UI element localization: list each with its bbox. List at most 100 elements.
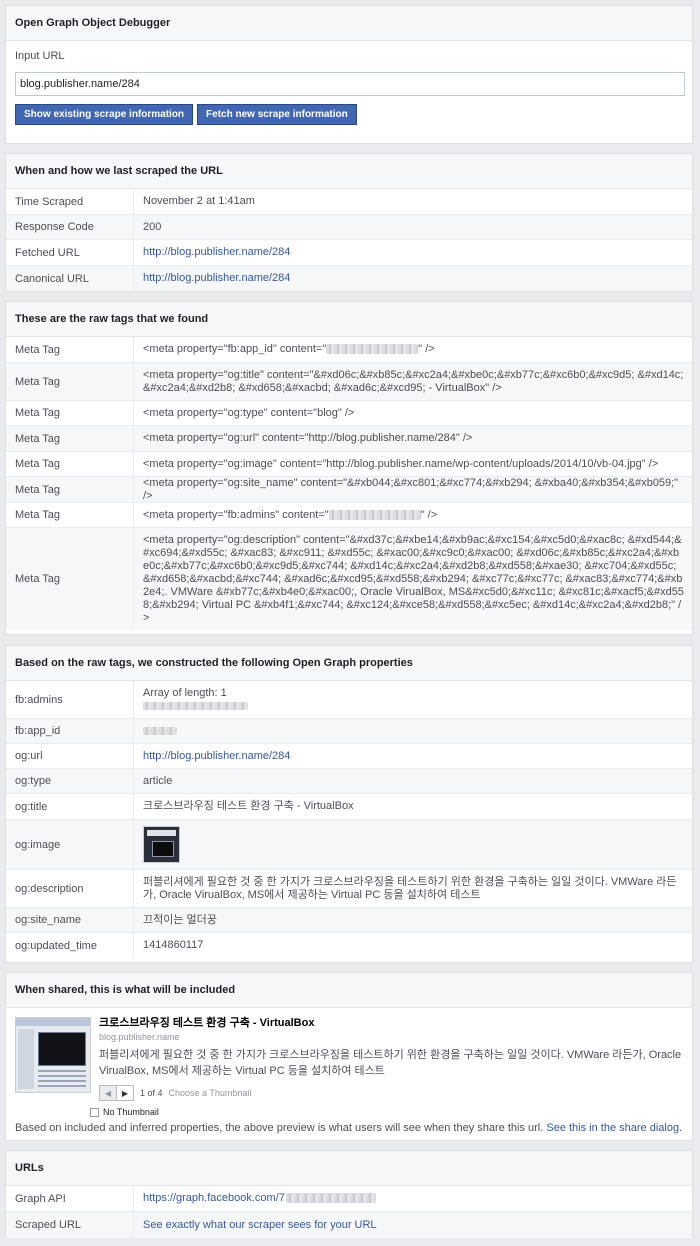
row-key: Meta Tag (6, 337, 134, 362)
raw-tags-panel: These are the raw tags that we found Met… (5, 301, 693, 635)
row-key: Time Scraped (6, 189, 134, 214)
row-key: Fetched URL (6, 240, 134, 265)
table-row: Fetched URL http://blog.publisher.name/2… (6, 240, 692, 266)
fetched-url-link[interactable]: http://blog.publisher.name/284 (143, 246, 290, 258)
show-existing-button[interactable]: Show existing scrape information (15, 104, 194, 125)
row-value: <meta property="fb:admins" content=" " /> (143, 508, 438, 521)
urls-panel: URLs Graph API https://graph.facebook.co… (5, 1150, 693, 1238)
prev-thumbnail-button[interactable]: ◀ (99, 1085, 117, 1101)
row-value: Array of length: 1 (143, 686, 227, 699)
row-key: og:title (6, 794, 134, 819)
og-properties-title: Based on the raw tags, we constructed th… (6, 646, 692, 681)
row-value: <meta property="og:type" content="blog" … (143, 406, 355, 419)
input-url-label: Input URL (15, 50, 65, 62)
row-key: Meta Tag (6, 401, 134, 425)
row-key: og:url (6, 744, 134, 768)
table-row: og:type article (6, 769, 692, 794)
share-domain: blog.publisher.name (99, 1032, 180, 1042)
scrape-title: When and how we last scraped the URL (6, 154, 692, 189)
row-key: Meta Tag (6, 503, 134, 527)
table-row: Meta Tag <meta property="og:url" content… (6, 426, 692, 452)
canonical-url-link[interactable]: http://blog.publisher.name/284 (143, 272, 290, 284)
graph-api-link[interactable]: https://graph.facebook.com/7 (143, 1192, 285, 1204)
row-value: <meta property="fb:app_id" content=" " /> (143, 343, 435, 355)
thumbnail-counter: 1 of 4 (140, 1088, 163, 1098)
raw-tags-table: Meta Tag <meta property="fb:app_id" cont… (6, 337, 692, 630)
row-key: Meta Tag (6, 426, 134, 451)
share-preview-image (15, 1017, 91, 1093)
table-row: og:description 퍼블리셔에게 필요한 것 중 한 가지가 크로스브… (6, 870, 692, 908)
row-key: Meta Tag (6, 477, 134, 502)
table-row: Meta Tag <meta property="fb:admins" cont… (6, 503, 692, 528)
row-key: fb:app_id (6, 719, 134, 743)
table-row: og:title 크로스브라우징 테스트 환경 구축 - VirtualBox (6, 794, 692, 820)
row-key: Graph API (6, 1186, 134, 1211)
row-value: <meta property="og:description" content=… (143, 533, 684, 624)
row-key: fb:admins (6, 681, 134, 718)
row-value: article (143, 774, 173, 787)
row-value: 퍼블리셔에게 필요한 것 중 한 가지가 크로스브라우징을 테스트하기 위한 환… (143, 875, 677, 901)
table-row: og:site_name 끄적이는 멀더꿍 (6, 908, 692, 933)
table-row: Meta Tag <meta property="fb:app_id" cont… (6, 337, 692, 363)
row-value: <meta property="og:url" content="http://… (143, 432, 473, 444)
fetch-new-button[interactable]: Fetch new scrape information (197, 104, 357, 125)
og-properties-table: fb:admins Array of length: 1 fb:app_id o… (6, 681, 692, 958)
row-key: Meta Tag (6, 363, 134, 400)
row-value: <meta property="og:site_name" content="&… (143, 476, 679, 502)
table-row: fb:admins Array of length: 1 (6, 681, 692, 719)
no-thumbnail-label: No Thumbnail (103, 1107, 159, 1117)
no-thumbnail-checkbox[interactable] (90, 1107, 99, 1117)
row-key: Canonical URL (6, 266, 134, 291)
table-row: Meta Tag <meta property="og:title" conte… (6, 363, 692, 401)
row-value: <meta property="og:image" content="http:… (143, 457, 659, 470)
scrape-table: Time Scraped November 2 at 1:41am Respon… (6, 189, 692, 291)
choose-thumbnail-label: Choose a Thumbnail (168, 1088, 252, 1098)
row-key: Meta Tag (6, 452, 134, 476)
row-key: Scraped URL (6, 1212, 134, 1238)
share-description: 퍼블리셔에게 필요한 것 중 한 가지가 크로스브라우징을 테스트하기 위한 환… (99, 1049, 682, 1077)
row-value: 200 (143, 220, 162, 233)
table-row: Canonical URL http://blog.publisher.name… (6, 266, 692, 291)
redacted-value (143, 701, 248, 710)
table-row: Graph API https://graph.facebook.com/7 (6, 1186, 692, 1212)
row-key: og:type (6, 769, 134, 793)
table-row: Meta Tag <meta property="og:description"… (6, 528, 692, 630)
row-key: Response Code (6, 215, 134, 239)
redacted-value (285, 1193, 376, 1204)
row-key: og:updated_time (6, 933, 134, 958)
debugger-title: Open Graph Object Debugger (6, 6, 692, 41)
debugger-panel: Open Graph Object Debugger Input URL Sho… (5, 5, 693, 144)
table-row: Meta Tag <meta property="og:site_name" c… (6, 477, 692, 503)
table-row: Meta Tag <meta property="og:type" conten… (6, 401, 692, 426)
og-url-link[interactable]: http://blog.publisher.name/284 (143, 750, 290, 762)
next-thumbnail-button[interactable]: ▶ (116, 1085, 134, 1101)
row-value: 끄적이는 멀더꿍 (143, 913, 217, 926)
scraped-url-link[interactable]: See exactly what our scraper sees for yo… (143, 1219, 377, 1231)
table-row: Time Scraped November 2 at 1:41am (6, 189, 692, 215)
row-value: 1414860117 (143, 939, 204, 951)
share-note: Based on included and inferred propertie… (15, 1122, 683, 1134)
table-row: Scraped URL See exactly what our scraper… (6, 1212, 692, 1238)
share-dialog-link[interactable]: See this in the share dialog. (546, 1122, 682, 1134)
table-row: og:url http://blog.publisher.name/284 (6, 744, 692, 769)
raw-tags-title: These are the raw tags that we found (6, 302, 692, 337)
row-key: og:site_name (6, 908, 134, 932)
redacted-value (326, 344, 419, 355)
row-value: November 2 at 1:41am (143, 195, 255, 207)
urls-title: URLs (6, 1151, 692, 1186)
redacted-value (143, 726, 177, 735)
row-key: og:description (6, 870, 134, 907)
row-key: og:image (6, 820, 134, 869)
row-value: 크로스브라우징 테스트 환경 구축 - VirtualBox (143, 800, 354, 812)
url-input[interactable] (15, 72, 685, 96)
scrape-panel: When and how we last scraped the URL Tim… (5, 153, 693, 292)
og-image-thumbnail[interactable] (143, 826, 180, 863)
row-key: Meta Tag (6, 528, 134, 630)
og-properties-panel: Based on the raw tags, we constructed th… (5, 645, 693, 963)
table-row: fb:app_id (6, 719, 692, 744)
table-row: og:updated_time 1414860117 (6, 933, 692, 958)
share-title: When shared, this is what will be includ… (6, 973, 692, 1008)
redacted-value (328, 509, 421, 520)
share-post-title: 크로스브라우징 테스트 환경 구축 - VirtualBox (99, 1017, 315, 1029)
row-value: <meta property="og:title" content="&#xd0… (143, 368, 684, 394)
